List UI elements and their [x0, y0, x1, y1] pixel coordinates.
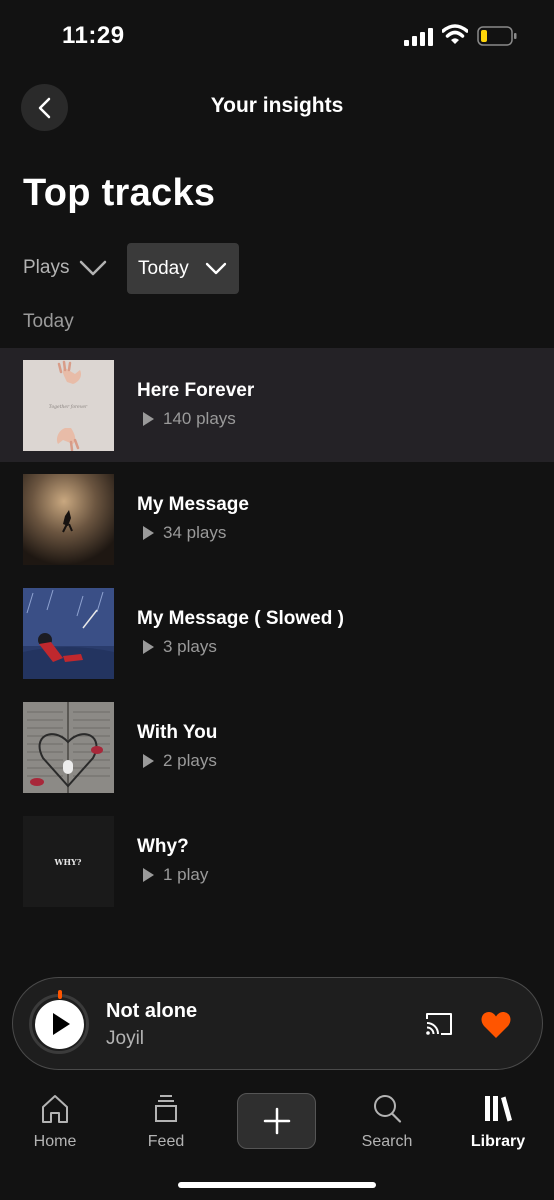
track-row[interactable]: My Message ( Slowed ) 3 plays [0, 576, 554, 690]
track-artwork [23, 702, 114, 793]
status-bar: 11:29 [0, 0, 554, 70]
cellular-signal-icon [404, 28, 433, 46]
track-title: My Message ( Slowed ) [137, 608, 344, 629]
track-artwork: WHY? [23, 816, 114, 907]
home-indicator [178, 1182, 376, 1188]
now-playing-artist: Joyil [106, 1028, 145, 1049]
header-title: Your insights [210, 94, 344, 117]
play-count-icon [143, 412, 154, 426]
heart-icon[interactable] [480, 1010, 512, 1040]
track-title: With You [137, 722, 218, 743]
play-count-icon [143, 526, 154, 540]
track-title: My Message [137, 494, 249, 515]
battery-icon [477, 26, 517, 46]
track-play-count: 2 plays [137, 751, 217, 771]
mini-player-play-button[interactable] [29, 990, 89, 1054]
search-icon [374, 1095, 402, 1123]
metric-filter-dropdown[interactable]: Plays [23, 252, 107, 284]
nav-search-label: Search [361, 1133, 413, 1150]
wifi-icon [442, 24, 468, 44]
nav-home[interactable]: Home [5, 1093, 105, 1151]
play-button-circle [34, 999, 84, 1049]
section-label: Today [23, 311, 74, 332]
chevron-down-icon [205, 262, 226, 274]
track-play-count: 1 play [137, 865, 208, 885]
nav-home-label: Home [33, 1133, 77, 1150]
track-row[interactable]: Together forever Here Forever 140 plays [0, 348, 554, 462]
track-play-count: 3 plays [137, 637, 217, 657]
create-button[interactable] [237, 1093, 316, 1149]
artwork-caption: Together forever [49, 404, 88, 410]
nav-search[interactable]: Search [337, 1093, 437, 1151]
track-title: Here Forever [137, 380, 255, 401]
play-count-text: 140 plays [163, 409, 236, 428]
nav-feed[interactable]: Feed [116, 1093, 216, 1151]
now-playing-title: Not alone [106, 1000, 198, 1022]
track-play-count: 34 plays [137, 523, 226, 543]
play-count-text: 1 play [163, 865, 209, 884]
nav-feed-label: Feed [147, 1133, 185, 1150]
period-filter-label: Today [138, 257, 189, 279]
home-icon [42, 1095, 68, 1123]
track-play-count: 140 plays [137, 409, 236, 429]
page-title: Top tracks [23, 172, 216, 214]
period-filter-dropdown[interactable]: Today [127, 243, 239, 294]
track-title: Why? [137, 836, 189, 857]
track-row[interactable]: With You 2 plays [0, 690, 554, 804]
nav-library-label: Library [470, 1133, 526, 1150]
cast-icon[interactable] [424, 1011, 454, 1037]
library-icon [485, 1096, 512, 1122]
metric-filter-label: Plays [23, 257, 70, 278]
chevron-down-icon [80, 260, 107, 276]
play-count-text: 2 plays [163, 751, 217, 770]
track-artwork [23, 474, 114, 565]
nav-library[interactable]: Library [448, 1093, 548, 1151]
play-count-text: 34 plays [163, 523, 227, 542]
track-artwork: Together forever [23, 360, 114, 451]
play-count-text: 3 plays [163, 637, 217, 656]
play-count-icon [143, 754, 154, 768]
track-row[interactable]: WHY? Why? 1 play [0, 804, 554, 918]
play-count-icon [143, 868, 154, 882]
mini-player[interactable]: Not alone Joyil [12, 977, 543, 1070]
feed-icon [155, 1095, 177, 1122]
play-count-icon [143, 640, 154, 654]
track-row[interactable]: My Message 34 plays [0, 462, 554, 576]
play-icon [53, 1013, 70, 1035]
status-time: 11:29 [62, 22, 125, 49]
artwork-caption: WHY? [54, 857, 82, 867]
track-artwork [23, 588, 114, 679]
track-list: Together forever Here Forever 140 plays [0, 348, 554, 918]
plus-icon [263, 1107, 290, 1135]
